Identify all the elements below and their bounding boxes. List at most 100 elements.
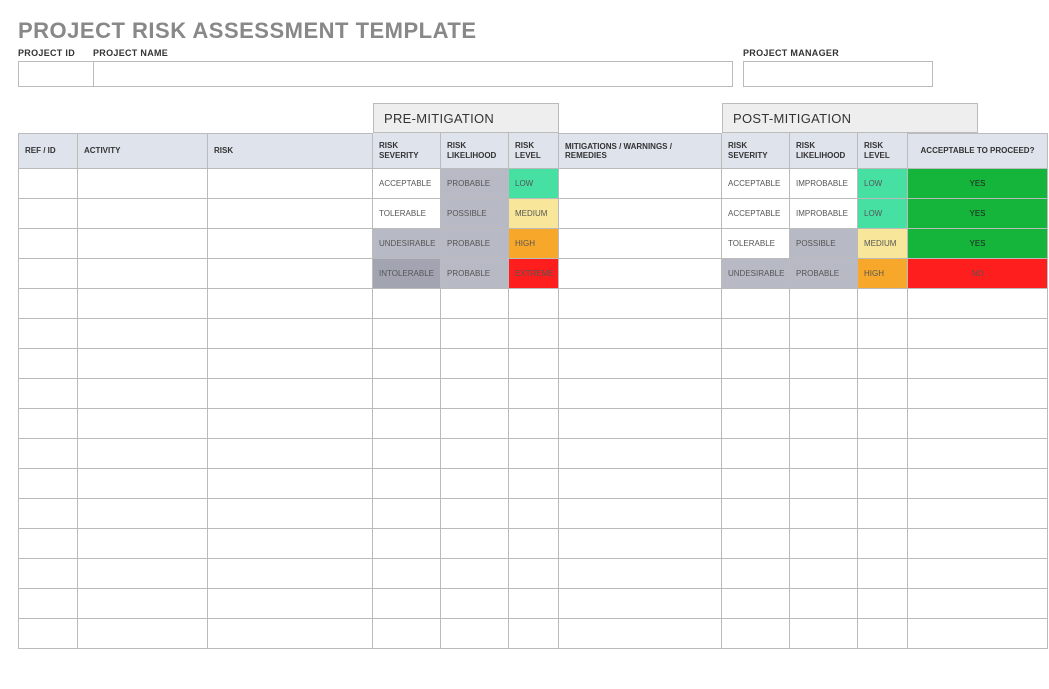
cell-post-likelihood[interactable]: PROBABLE (790, 259, 858, 289)
cell-pre-level[interactable]: LOW (509, 169, 559, 199)
empty-cell[interactable] (722, 379, 790, 409)
empty-cell[interactable] (559, 439, 722, 469)
empty-cell[interactable] (858, 469, 908, 499)
empty-cell[interactable] (722, 469, 790, 499)
cell-proceed[interactable]: YES (908, 199, 1048, 229)
empty-cell[interactable] (908, 379, 1048, 409)
empty-cell[interactable] (908, 349, 1048, 379)
cell-mitigations[interactable] (559, 169, 722, 199)
empty-cell[interactable] (441, 439, 509, 469)
cell-pre-severity[interactable]: TOLERABLE (373, 199, 441, 229)
empty-cell[interactable] (559, 379, 722, 409)
empty-cell[interactable] (722, 589, 790, 619)
empty-cell[interactable] (908, 289, 1048, 319)
empty-cell[interactable] (441, 379, 509, 409)
empty-cell[interactable] (208, 409, 373, 439)
empty-cell[interactable] (373, 349, 441, 379)
empty-cell[interactable] (78, 379, 208, 409)
empty-cell[interactable] (559, 619, 722, 649)
empty-cell[interactable] (858, 349, 908, 379)
empty-cell[interactable] (441, 319, 509, 349)
empty-cell[interactable] (509, 349, 559, 379)
empty-cell[interactable] (78, 409, 208, 439)
cell-pre-severity[interactable]: UNDESIRABLE (373, 229, 441, 259)
empty-cell[interactable] (18, 379, 78, 409)
empty-cell[interactable] (208, 289, 373, 319)
empty-cell[interactable] (509, 319, 559, 349)
cell-activity[interactable] (78, 259, 208, 289)
empty-cell[interactable] (509, 499, 559, 529)
empty-cell[interactable] (78, 619, 208, 649)
empty-cell[interactable] (559, 589, 722, 619)
empty-cell[interactable] (790, 469, 858, 499)
empty-cell[interactable] (858, 289, 908, 319)
empty-cell[interactable] (559, 349, 722, 379)
empty-cell[interactable] (722, 499, 790, 529)
empty-cell[interactable] (908, 499, 1048, 529)
cell-pre-likelihood[interactable]: POSSIBLE (441, 199, 509, 229)
cell-post-likelihood[interactable]: IMPROBABLE (790, 199, 858, 229)
empty-cell[interactable] (559, 559, 722, 589)
cell-mitigations[interactable] (559, 199, 722, 229)
empty-cell[interactable] (18, 349, 78, 379)
cell-activity[interactable] (78, 229, 208, 259)
empty-cell[interactable] (559, 319, 722, 349)
empty-cell[interactable] (790, 409, 858, 439)
empty-cell[interactable] (208, 499, 373, 529)
empty-cell[interactable] (441, 289, 509, 319)
cell-post-level[interactable]: LOW (858, 199, 908, 229)
cell-pre-likelihood[interactable]: PROBABLE (441, 169, 509, 199)
cell-proceed[interactable]: YES (908, 169, 1048, 199)
empty-cell[interactable] (373, 529, 441, 559)
empty-cell[interactable] (441, 529, 509, 559)
empty-cell[interactable] (18, 619, 78, 649)
cell-pre-severity[interactable]: INTOLERABLE (373, 259, 441, 289)
empty-cell[interactable] (18, 289, 78, 319)
empty-cell[interactable] (373, 439, 441, 469)
cell-post-level[interactable]: LOW (858, 169, 908, 199)
empty-cell[interactable] (18, 589, 78, 619)
empty-cell[interactable] (790, 559, 858, 589)
empty-cell[interactable] (858, 559, 908, 589)
empty-cell[interactable] (208, 349, 373, 379)
empty-cell[interactable] (441, 559, 509, 589)
empty-cell[interactable] (18, 409, 78, 439)
cell-post-likelihood[interactable]: IMPROBABLE (790, 169, 858, 199)
cell-proceed[interactable]: NO (908, 259, 1048, 289)
empty-cell[interactable] (722, 289, 790, 319)
empty-cell[interactable] (559, 289, 722, 319)
empty-cell[interactable] (78, 589, 208, 619)
empty-cell[interactable] (509, 529, 559, 559)
cell-risk[interactable] (208, 169, 373, 199)
empty-cell[interactable] (722, 319, 790, 349)
empty-cell[interactable] (790, 589, 858, 619)
empty-cell[interactable] (858, 529, 908, 559)
empty-cell[interactable] (509, 289, 559, 319)
cell-activity[interactable] (78, 199, 208, 229)
empty-cell[interactable] (908, 589, 1048, 619)
empty-cell[interactable] (509, 559, 559, 589)
cell-risk[interactable] (208, 199, 373, 229)
empty-cell[interactable] (373, 379, 441, 409)
cell-pre-level[interactable]: MEDIUM (509, 199, 559, 229)
empty-cell[interactable] (78, 439, 208, 469)
empty-cell[interactable] (790, 289, 858, 319)
empty-cell[interactable] (559, 469, 722, 499)
empty-cell[interactable] (18, 469, 78, 499)
empty-cell[interactable] (509, 619, 559, 649)
project-manager-input[interactable] (743, 61, 933, 87)
empty-cell[interactable] (790, 439, 858, 469)
empty-cell[interactable] (208, 469, 373, 499)
empty-cell[interactable] (208, 589, 373, 619)
empty-cell[interactable] (78, 289, 208, 319)
cell-pre-level[interactable]: HIGH (509, 229, 559, 259)
empty-cell[interactable] (373, 289, 441, 319)
project-id-input[interactable] (18, 61, 93, 87)
empty-cell[interactable] (908, 619, 1048, 649)
empty-cell[interactable] (908, 439, 1048, 469)
empty-cell[interactable] (373, 469, 441, 499)
project-name-input[interactable] (93, 61, 733, 87)
cell-post-level[interactable]: HIGH (858, 259, 908, 289)
empty-cell[interactable] (78, 529, 208, 559)
cell-pre-level[interactable]: EXTREME (509, 259, 559, 289)
